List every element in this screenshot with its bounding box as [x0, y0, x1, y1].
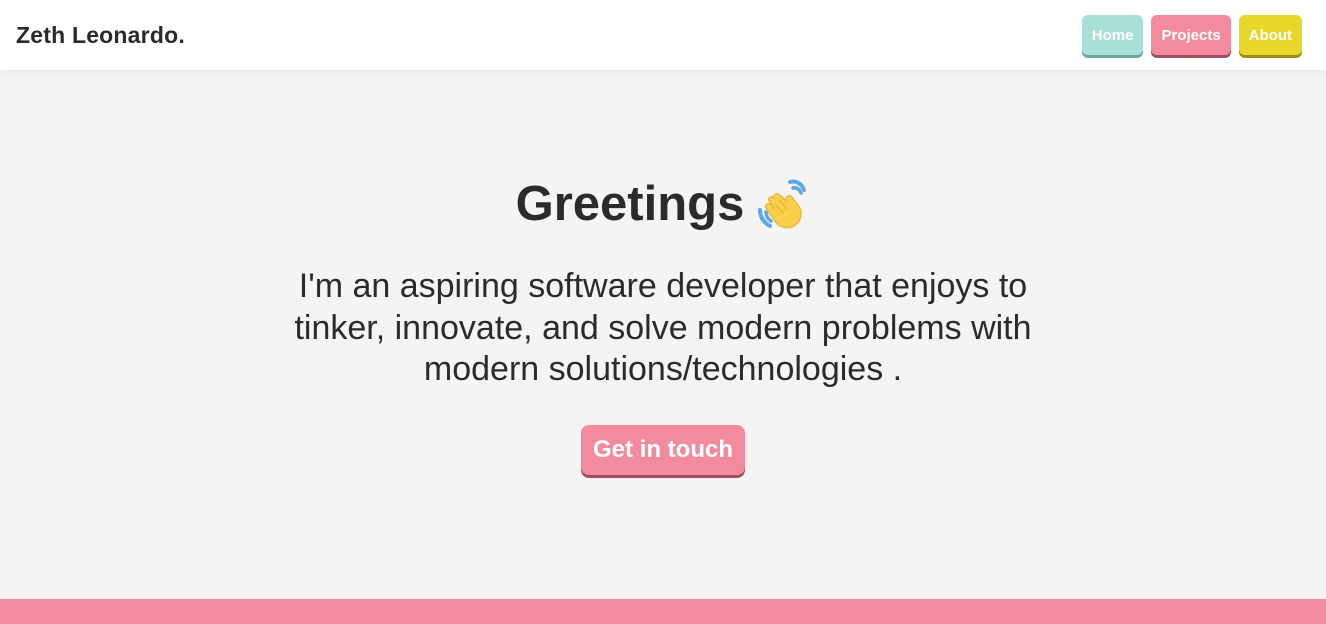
navbar: Zeth Leonardo. Home Projects About — [0, 0, 1326, 70]
hero-section: Greetings I'm an aspiring software devel… — [0, 70, 1326, 599]
nav-home-button[interactable]: Home — [1081, 15, 1144, 55]
nav-links: Home Projects About — [1081, 15, 1302, 55]
site-brand[interactable]: Zeth Leonardo. — [16, 22, 185, 49]
hero-description: I'm an aspiring software developer that … — [294, 267, 1032, 388]
nav-about-button[interactable]: About — [1238, 15, 1302, 55]
nav-projects-button[interactable]: Projects — [1151, 15, 1231, 55]
waving-hand-icon — [758, 179, 807, 229]
hero-title-text: Greetings — [515, 177, 745, 231]
footer-band — [0, 599, 1326, 624]
hero-heading: Greetings — [516, 174, 811, 234]
get-in-touch-button[interactable]: Get in touch — [581, 424, 745, 475]
